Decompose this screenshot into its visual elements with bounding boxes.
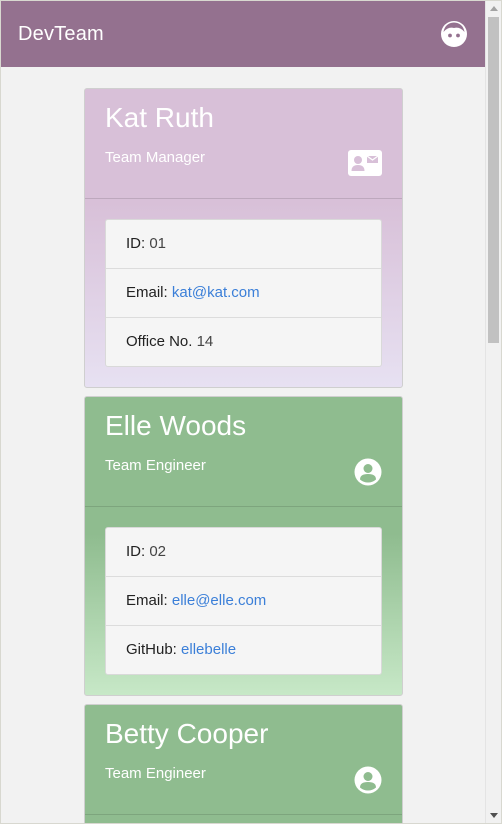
- vertical-scrollbar[interactable]: [485, 1, 501, 823]
- email-link[interactable]: elle@elle.com: [172, 592, 266, 609]
- info-value: 02: [149, 543, 167, 560]
- info-item-email: Email: elle@elle.com: [106, 577, 381, 626]
- user-circle-icon: [354, 766, 382, 794]
- email-link[interactable]: kat@kat.com: [172, 284, 260, 301]
- card-header: Kat Ruth Team Manager: [85, 89, 402, 199]
- card-body: ID: 01 Email: kat@kat.com Office No. 14: [85, 199, 402, 387]
- employee-name: Betty Cooper: [105, 718, 269, 749]
- info-item-github: GitHub: ellebelle: [106, 626, 381, 674]
- employee-card-engineer: Elle Woods Team Engineer ID: 02 Email: e…: [84, 396, 403, 696]
- employee-name: Elle Woods: [105, 410, 247, 441]
- info-label: Email:: [126, 284, 168, 301]
- scrollbar-thumb[interactable]: [488, 17, 499, 343]
- employee-role: Team Manager: [105, 149, 206, 166]
- user-circle-icon: [354, 458, 382, 486]
- card-header: Elle Woods Team Engineer: [85, 397, 402, 507]
- info-value: 01: [149, 235, 167, 252]
- employee-name: Kat Ruth: [105, 102, 214, 133]
- info-item-id: ID: 01: [106, 220, 381, 269]
- face-icon: [441, 21, 467, 47]
- card-header: Betty Cooper Team Engineer: [85, 705, 402, 815]
- navbar-brand[interactable]: DevTeam: [18, 23, 104, 46]
- card-body: ID: 02 Email: elle@elle.com GitHub: elle…: [85, 507, 402, 695]
- info-label: GitHub:: [126, 641, 177, 658]
- info-label: ID:: [126, 543, 146, 560]
- github-link[interactable]: ellebelle: [181, 641, 236, 658]
- employee-card-engineer: Betty Cooper Team Engineer: [84, 704, 403, 823]
- navbar: DevTeam: [1, 1, 485, 67]
- info-item-email: Email: kat@kat.com: [106, 269, 381, 318]
- employee-role: Team Engineer: [105, 765, 206, 782]
- info-label: Office No.: [126, 333, 193, 350]
- info-list: ID: 02 Email: elle@elle.com GitHub: elle…: [105, 527, 382, 675]
- info-label: Email:: [126, 592, 168, 609]
- employee-card-manager: Kat Ruth Team Manager ID: 01 Email: kat@…: [84, 88, 403, 388]
- info-value: 14: [196, 333, 214, 350]
- employee-role: Team Engineer: [105, 457, 206, 474]
- browser-viewport: DevTeam Kat Ruth Team Manager ID: 01 Ema…: [0, 0, 502, 824]
- scroll-down-arrow-icon[interactable]: [490, 813, 498, 818]
- info-item-office: Office No. 14: [106, 318, 381, 366]
- scroll-up-arrow-icon[interactable]: [490, 6, 498, 11]
- info-label: ID:: [126, 235, 146, 252]
- id-card-icon: [348, 150, 382, 176]
- info-list: ID: 01 Email: kat@kat.com Office No. 14: [105, 219, 382, 367]
- info-item-id: ID: 02: [106, 528, 381, 577]
